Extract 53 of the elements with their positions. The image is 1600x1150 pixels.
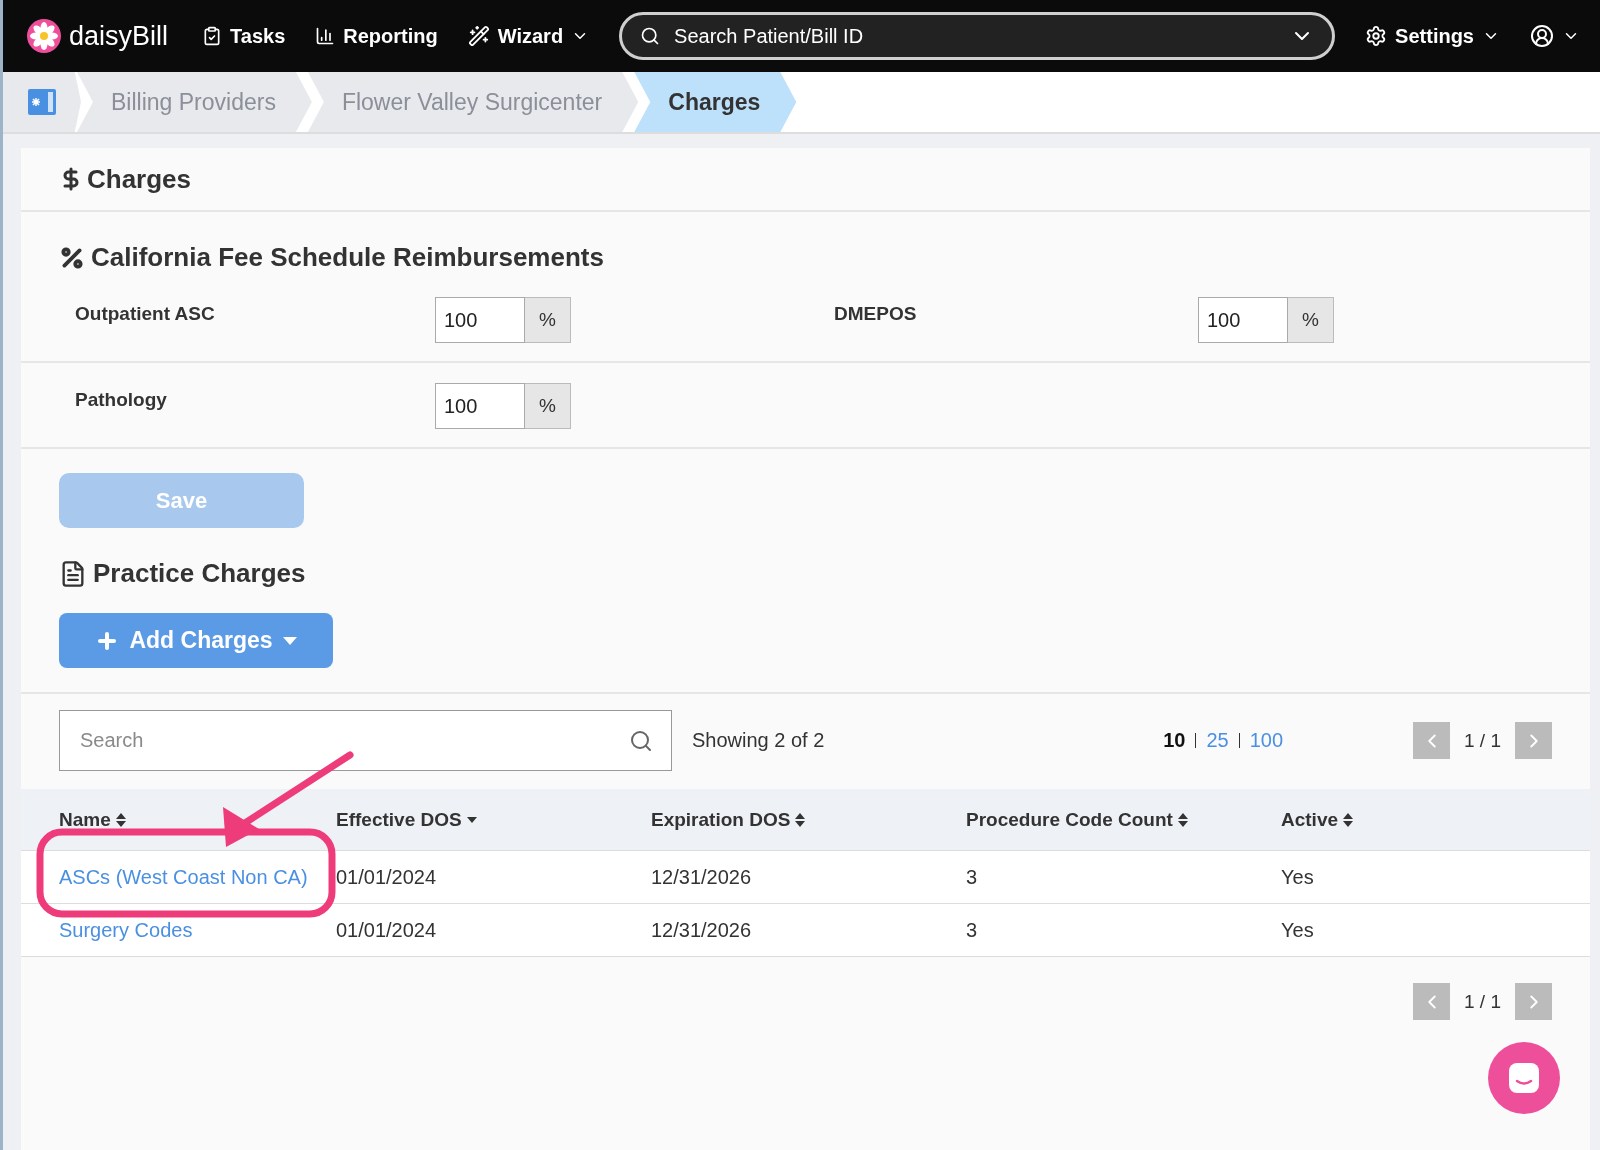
table-cell-text: 3 (966, 918, 979, 942)
bar-chart-icon (315, 26, 336, 46)
page-size-option[interactable]: 10 (1163, 729, 1186, 752)
column-header[interactable]: Effective DOS (336, 808, 651, 831)
percent-input[interactable]: 100 (435, 297, 525, 343)
previous-page-button[interactable] (1413, 983, 1450, 1020)
previous-page-button[interactable] (1413, 722, 1450, 759)
next-page-button[interactable] (1515, 722, 1552, 759)
column-header[interactable]: Procedure Code Count (966, 808, 1281, 831)
section-title: California Fee Schedule Reimbursements (91, 242, 604, 273)
result-count: Showing 2 of 2 (692, 729, 825, 752)
flower-logo-icon (27, 19, 61, 53)
table-cell-text: 01/01/2024 (336, 865, 438, 889)
magic-wand-icon (467, 25, 490, 47)
caret-icon (282, 636, 297, 645)
percent-input[interactable]: 100 (435, 383, 525, 429)
section-title: Practice Charges (93, 558, 306, 589)
clipboard-icon (202, 26, 223, 46)
column-header[interactable]: Name (59, 808, 336, 831)
field-label: DMEPOS (834, 302, 918, 326)
nav-link[interactable]: Wizard (467, 24, 590, 48)
table-cell-text: 12/31/2026 (651, 865, 753, 889)
chat-icon (1507, 1061, 1541, 1095)
table-cell-text: Yes (1281, 918, 1315, 942)
field-label: Outpatient ASC (75, 302, 216, 326)
page-title: Charges (87, 163, 192, 195)
patient-search-field[interactable]: Search Patient/Bill ID (619, 12, 1336, 60)
user-icon (1530, 24, 1554, 48)
percent-addon: % (525, 383, 571, 429)
table-cell-text: 01/01/2024 (336, 918, 438, 942)
percent-addon: % (525, 297, 571, 343)
table-cell-text: Yes (1281, 865, 1315, 889)
settings-icon (1365, 25, 1388, 47)
table-cell-text: 12/31/2026 (651, 918, 753, 942)
column-header[interactable]: Active (1281, 808, 1590, 831)
table-cell-text: 3 (966, 865, 979, 889)
field-label: Pathology (75, 388, 168, 412)
page-indicator: 1 / 1 (1464, 729, 1501, 752)
percent-addon: % (1288, 297, 1334, 343)
search-input[interactable]: Search Patient/Bill ID (672, 23, 1279, 49)
app-logo-text: daisyBill (69, 20, 169, 52)
settings-menu[interactable]: Settings (1365, 24, 1500, 48)
provider-card-icon[interactable] (27, 87, 57, 117)
next-page-button[interactable] (1515, 983, 1552, 1020)
nav-link[interactable]: Tasks (202, 24, 286, 48)
percent-input[interactable]: 100 (1198, 297, 1288, 343)
page-indicator: 1 / 1 (1464, 990, 1501, 1013)
search-field[interactable]: Search (59, 710, 672, 771)
search-icon (640, 26, 661, 46)
search-icon (629, 728, 653, 753)
nav-link[interactable]: Reporting (315, 24, 438, 48)
breadcrumb-item[interactable]: Charges (634, 72, 797, 132)
column-header[interactable]: Expiration DOS (651, 808, 966, 831)
